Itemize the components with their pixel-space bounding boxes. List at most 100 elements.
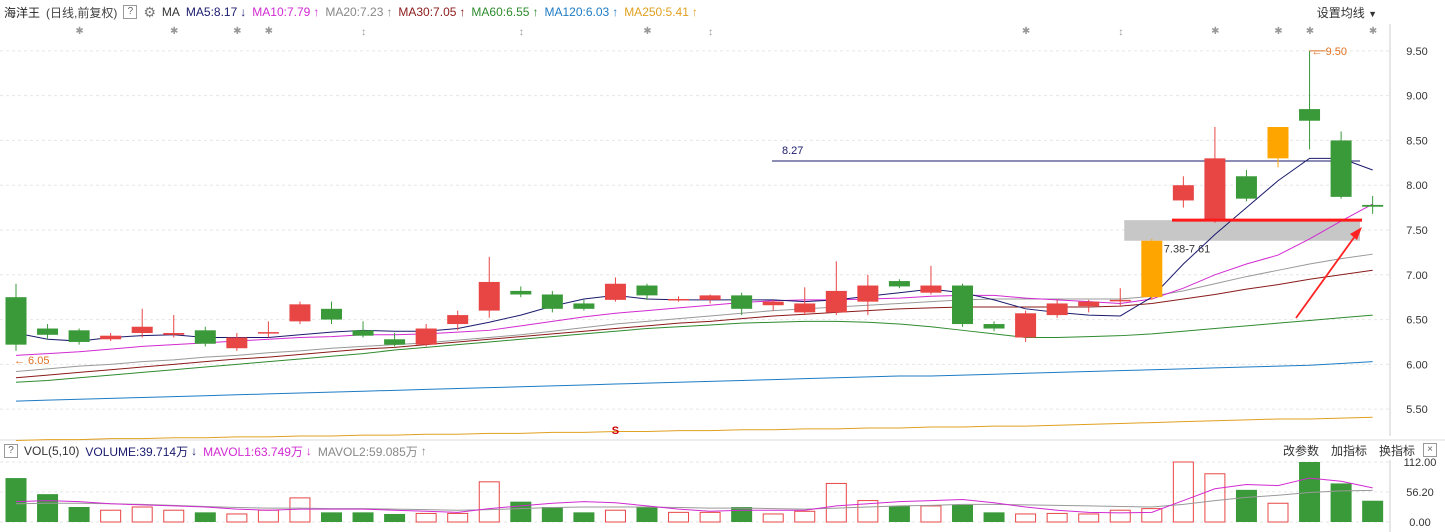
volume-bar bbox=[983, 512, 1005, 522]
switch-indicator-button[interactable]: 换指标 bbox=[1379, 442, 1415, 459]
mavol1-value: MAVOL1:63.749万 bbox=[203, 444, 303, 459]
volume-bar bbox=[131, 506, 153, 523]
candle-body bbox=[983, 324, 1005, 329]
star-marker: ✱ bbox=[170, 26, 178, 37]
star-marker: ✱ bbox=[75, 26, 83, 37]
candle-body bbox=[1078, 301, 1100, 307]
candle-body bbox=[447, 315, 469, 325]
candle-body bbox=[731, 295, 753, 309]
candle-body bbox=[920, 285, 942, 293]
event-marker: ↕ bbox=[361, 27, 366, 38]
volume-bar bbox=[1046, 512, 1068, 523]
candle-body bbox=[510, 290, 532, 295]
volume-bar bbox=[1078, 513, 1100, 523]
candle-body bbox=[257, 332, 279, 334]
y-tick-label: 5.50 bbox=[1406, 404, 1427, 416]
candle-body bbox=[952, 285, 973, 325]
volume-bar bbox=[510, 501, 532, 522]
candle-body bbox=[1141, 240, 1163, 298]
candle-body bbox=[1362, 204, 1384, 207]
y-tick-label: 9.50 bbox=[1406, 46, 1427, 58]
candle-body bbox=[857, 285, 879, 302]
vol-label: VOL(5,10) bbox=[24, 444, 80, 458]
volume-bar bbox=[415, 512, 437, 523]
resistance-label: 8.27 bbox=[782, 145, 803, 157]
volume-bar bbox=[1204, 473, 1226, 523]
volume-bar bbox=[825, 482, 847, 523]
volume-header: ? VOL(5,10) VOLUME:39.714万 ↓ MAVOL1:63.74… bbox=[0, 441, 1445, 461]
candle-body bbox=[1299, 109, 1321, 121]
volume-bar bbox=[68, 507, 90, 522]
candle-body bbox=[1046, 303, 1068, 316]
volume-bar bbox=[699, 511, 721, 523]
candle-body bbox=[352, 330, 374, 336]
volume-bar bbox=[1235, 489, 1257, 522]
candle-body bbox=[1015, 313, 1037, 338]
candle-body bbox=[289, 304, 311, 322]
volume-bar bbox=[794, 510, 816, 523]
star-marker: ✱ bbox=[1306, 26, 1314, 37]
candle-body bbox=[68, 330, 90, 342]
y-tick-label: 7.00 bbox=[1406, 270, 1427, 282]
arrow-down-icon: ↓ bbox=[305, 444, 312, 458]
ma30-line bbox=[15, 269, 1373, 379]
candle-body bbox=[1172, 185, 1194, 201]
y-tick-label: 7.50 bbox=[1406, 225, 1427, 237]
candle-body bbox=[699, 295, 721, 300]
candle-body bbox=[1204, 158, 1226, 222]
volume-tick-label: 56.20 bbox=[1406, 487, 1434, 499]
close-icon[interactable]: × bbox=[1423, 443, 1437, 457]
star-marker: ✱ bbox=[1274, 26, 1282, 37]
arrow-down-icon: ↓ bbox=[191, 444, 198, 458]
arrow-up-icon: ↑ bbox=[420, 444, 427, 458]
volume-bar bbox=[573, 512, 595, 522]
candle-body bbox=[1235, 176, 1257, 199]
y-tick-label: 9.00 bbox=[1406, 91, 1427, 103]
volume-bar bbox=[1141, 508, 1163, 523]
candle-body bbox=[194, 330, 216, 344]
volume-bar bbox=[1109, 509, 1131, 523]
volume-bar bbox=[163, 509, 185, 523]
event-marker: ↕ bbox=[708, 27, 713, 38]
candle-body bbox=[5, 297, 27, 345]
volume-tick-label: 0.00 bbox=[1409, 517, 1430, 529]
add-indicator-button[interactable]: 加指标 bbox=[1331, 442, 1367, 459]
volume-bar bbox=[321, 512, 342, 522]
volume-bar bbox=[5, 478, 27, 522]
star-marker: ✱ bbox=[1369, 26, 1377, 37]
candle-body bbox=[668, 298, 690, 301]
volume-bar bbox=[100, 509, 122, 523]
candle-body bbox=[794, 303, 816, 313]
y-tick-label: 6.50 bbox=[1406, 315, 1427, 327]
ma20-line bbox=[15, 253, 1373, 373]
volume-bar bbox=[604, 509, 626, 523]
candle-body bbox=[37, 328, 59, 335]
change-params-button[interactable]: 改参数 bbox=[1283, 442, 1319, 459]
volume-bar bbox=[384, 513, 406, 522]
volume-bar bbox=[447, 512, 469, 523]
volume-bar bbox=[1267, 502, 1289, 523]
candle-body bbox=[384, 339, 406, 345]
y-tick-label: 8.00 bbox=[1406, 180, 1427, 192]
mavol2-value: MAVOL2:59.085万 bbox=[317, 444, 418, 459]
event-marker: ↕ bbox=[519, 27, 524, 38]
volume-bar bbox=[257, 509, 279, 523]
low-label: ← 6.05 bbox=[14, 355, 49, 367]
volume-bar bbox=[1015, 513, 1037, 523]
high-label: ← 9.50 bbox=[1312, 46, 1347, 58]
volume-bar bbox=[920, 505, 942, 523]
volume-bar bbox=[541, 507, 563, 522]
volume-bar bbox=[194, 512, 216, 522]
volume-bar bbox=[37, 494, 59, 522]
candle-body bbox=[825, 290, 847, 313]
star-marker: ✱ bbox=[265, 26, 273, 37]
help-icon[interactable]: ? bbox=[4, 444, 18, 458]
volume-bar bbox=[668, 511, 690, 523]
volume-bar bbox=[888, 505, 910, 522]
volume-bar bbox=[762, 513, 784, 523]
y-tick-label: 6.00 bbox=[1406, 359, 1427, 371]
candle-body bbox=[131, 326, 153, 333]
signal-marker: S bbox=[612, 425, 619, 437]
mavol2-line bbox=[15, 489, 1373, 511]
star-marker: ✱ bbox=[233, 26, 241, 37]
